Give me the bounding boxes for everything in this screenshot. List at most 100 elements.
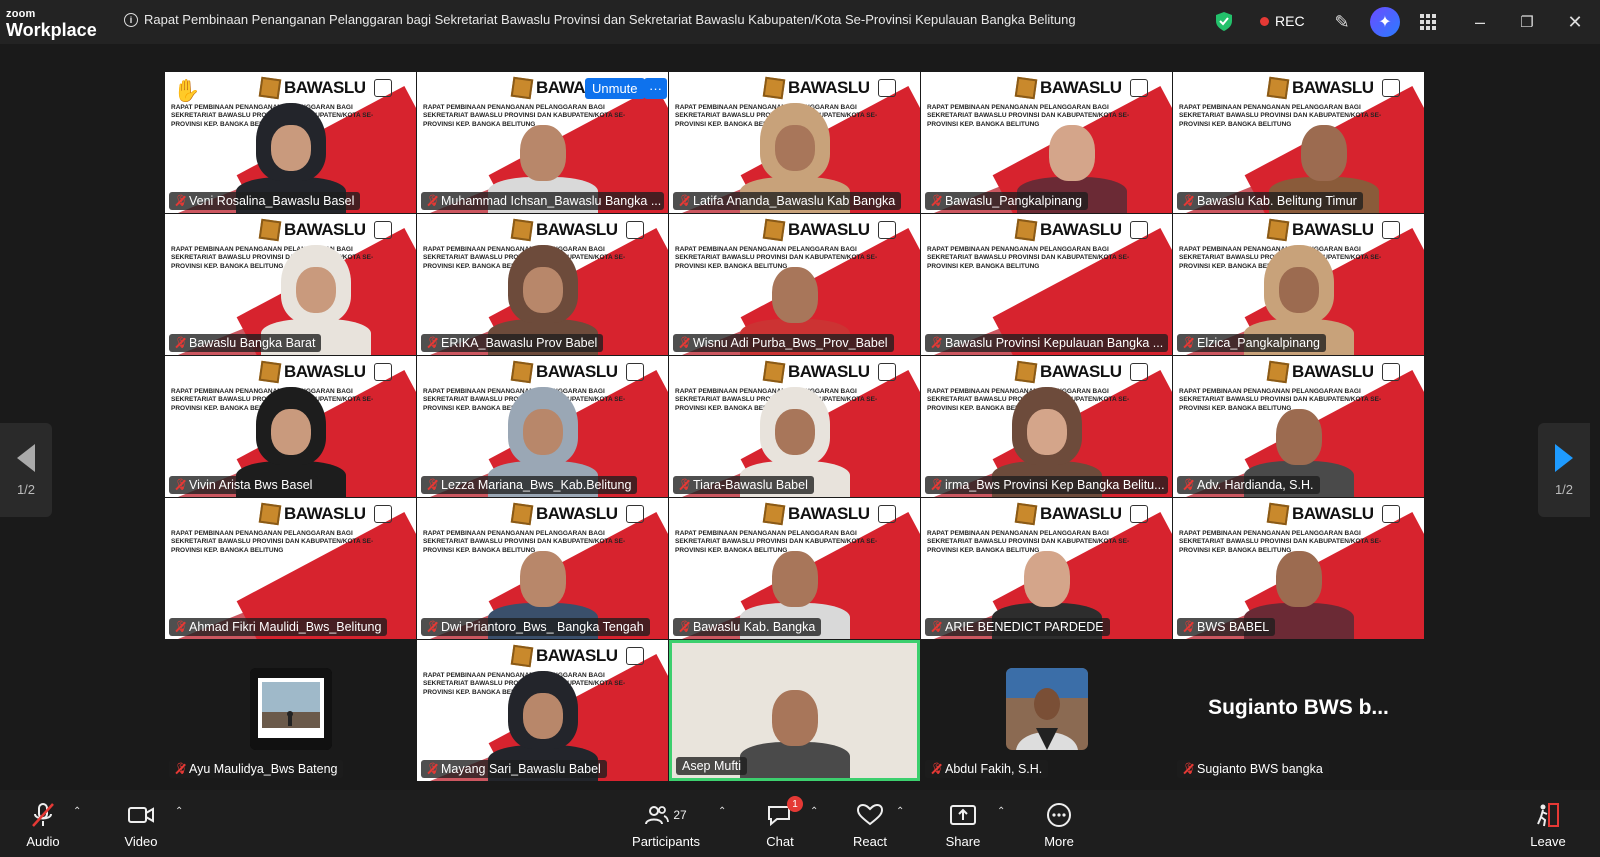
participant-tile[interactable]: BAWASLURAPAT PEMBINAAN PENANGANAN PELANG… [1173, 356, 1424, 497]
participant-name: Adv. Hardianda, S.H. [1197, 478, 1314, 492]
participant-name-tag: 🎙 ARIE BENEDICT PARDEDE [925, 618, 1110, 636]
participant-tile[interactable]: BAWASLURAPAT PEMBINAAN PENANGANAN PELANG… [921, 72, 1172, 213]
audio-options-chevron-icon[interactable]: ⌃ [73, 806, 81, 817]
participant-name-tag: 🎙 Muhammad Ichsan_Bawaslu Bangka ... [421, 192, 664, 210]
mic-muted-icon: 🎙 [678, 337, 692, 349]
video-options-chevron-icon[interactable]: ⌃ [175, 806, 183, 817]
participant-tile[interactable]: BAWASLURAPAT PEMBINAAN PENANGANAN PELANG… [417, 356, 668, 497]
participant-tile[interactable]: BAWASLURAPAT PEMBINAAN PENANGANAN PELANG… [669, 214, 920, 355]
bawaslu-logo: BAWASLU [762, 218, 896, 242]
mic-muted-icon: 🎙 [930, 479, 944, 491]
mic-muted-icon: 🎙 [174, 763, 188, 775]
participant-more-options-button[interactable]: ··· [644, 78, 667, 99]
participant-tile[interactable]: BAWASLURAPAT PEMBINAAN PENANGANAN PELANG… [417, 72, 668, 213]
participant-tile[interactable]: BAWASLURAPAT PEMBINAAN PENANGANAN PELANG… [1173, 498, 1424, 639]
participant-name: Lezza Mariana_Bws_Kab.Belitung [441, 478, 632, 492]
info-icon[interactable]: i [124, 12, 138, 27]
participant-name: BWS BABEL [1197, 620, 1270, 634]
more-label: More [1044, 834, 1074, 849]
restore-icon[interactable]: ❐ [1515, 10, 1539, 34]
mic-muted-icon: 🎙 [1182, 195, 1196, 207]
participant-name-tag: 🎙 Sugianto BWS bangka [1177, 760, 1329, 778]
more-button[interactable]: More [1024, 802, 1094, 849]
participant-tile[interactable]: BAWASLURAPAT PEMBINAAN PENANGANAN PELANG… [1173, 214, 1424, 355]
bawaslu-logo: BAWASLU [1266, 502, 1400, 526]
participant-name: ARIE BENEDICT PARDEDE [945, 620, 1104, 634]
leave-button[interactable]: Leave [1513, 802, 1583, 849]
mic-muted-icon: 🎙 [930, 195, 944, 207]
participant-tile[interactable]: BAWASLURAPAT PEMBINAAN PENANGANAN PELANG… [669, 72, 920, 213]
participant-name-tag: 🎙 Wisnu Adi Purba_Bws_Prov_Babel [673, 334, 894, 352]
participant-name: Bawaslu Kab. Bangka [693, 620, 816, 634]
ai-companion-icon[interactable]: ✦ [1370, 7, 1400, 37]
participant-name: Tiara-Bawaslu Babel [693, 478, 808, 492]
audio-button[interactable]: Audio [8, 802, 78, 849]
minimize-icon[interactable]: – [1468, 10, 1492, 34]
participant-tile[interactable]: BAWASLURAPAT PEMBINAAN PENANGANAN PELANG… [165, 72, 416, 213]
participant-tile[interactable]: 🎙 Abdul Fakih, S.H. [921, 640, 1172, 781]
participant-tile[interactable]: BAWASLURAPAT PEMBINAAN PENANGANAN PELANG… [417, 640, 668, 781]
react-button[interactable]: React [835, 802, 905, 849]
next-page-button[interactable]: 1/2 [1538, 423, 1590, 517]
mic-muted-icon: 🎙 [174, 337, 188, 349]
participant-name-tag: 🎙 Bawaslu Provinsi Kepulauan Bangka ... [925, 334, 1168, 352]
unmute-participant-button[interactable]: Unmute [585, 78, 645, 99]
apps-grid-icon[interactable] [1416, 10, 1440, 34]
mic-muted-icon: 🎙 [1182, 763, 1196, 775]
recording-indicator[interactable]: REC [1260, 13, 1305, 29]
mic-muted-icon: 🎙 [930, 763, 944, 775]
close-icon[interactable]: ✕ [1563, 10, 1587, 34]
participant-name-tag: 🎙 Elzica_Pangkalpinang [1177, 334, 1327, 352]
participant-tile[interactable]: BAWASLURAPAT PEMBINAAN PENANGANAN PELANG… [417, 498, 668, 639]
participant-name-tag: 🎙 Bawaslu_Pangkalpinang [925, 192, 1088, 210]
participant-tile[interactable]: BAWASLURAPAT PEMBINAAN PENANGANAN PELANG… [921, 498, 1172, 639]
zoom-logo: zoom Workplace [6, 9, 97, 40]
share-button[interactable]: Share [928, 802, 998, 849]
participant-tile[interactable]: Asep Mufti [669, 640, 920, 781]
share-screen-icon [950, 802, 976, 828]
chat-icon: 1 [767, 796, 803, 828]
participant-name: Elzica_Pangkalpinang [1197, 336, 1321, 350]
participant-name: Veni Rosalina_Bawaslu Basel [189, 194, 355, 208]
meeting-info[interactable]: i Rapat Pembinaan Penanganan Pelanggaran… [124, 12, 1076, 27]
bawaslu-logo: BAWASLU [1014, 76, 1148, 100]
participants-button[interactable]: 27 Participants [626, 802, 706, 849]
raised-hand-icon: ✋ [173, 78, 201, 103]
participant-name: Bawaslu Provinsi Kepulauan Bangka ... [945, 336, 1164, 350]
bawaslu-logo: BAWASLU [510, 644, 644, 668]
chat-button[interactable]: 1 Chat [745, 796, 815, 849]
video-gallery: 1/2 1/2 BAWASLU RAPAT PEMBINAAN PENANGANA… [0, 44, 1600, 790]
participants-options-chevron-icon[interactable]: ⌃ [718, 806, 726, 817]
participant-tile[interactable]: BAWASLURAPAT PEMBINAAN PENANGANAN PELANG… [417, 214, 668, 355]
arrow-left-icon [17, 443, 35, 472]
participant-tile[interactable]: Sugianto BWS b... 🎙 Sugianto BWS bangka [1173, 640, 1424, 781]
bawaslu-logo: BAWASLU [258, 218, 392, 242]
react-options-chevron-icon[interactable]: ⌃ [896, 806, 904, 817]
participant-tile[interactable]: BAWASLURAPAT PEMBINAAN PENANGANAN PELANG… [921, 214, 1172, 355]
title-bar: zoom Workplace i Rapat Pembinaan Penanga… [0, 0, 1600, 44]
avatar [249, 668, 332, 750]
participant-tile[interactable]: 🎙 Ayu Maulidya_Bws Bateng [165, 640, 416, 781]
participant-tile[interactable]: BAWASLURAPAT PEMBINAAN PENANGANAN PELANG… [669, 498, 920, 639]
participant-name-tag: 🎙 Abdul Fakih, S.H. [925, 760, 1049, 778]
bawaslu-logo: BAWASLU [1266, 76, 1400, 100]
participant-name-tag: 🎙 Bawaslu Bangka Barat [169, 334, 322, 352]
participant-tile[interactable]: BAWASLURAPAT PEMBINAAN PENANGANAN PELANG… [165, 498, 416, 639]
participant-name: Bawaslu Bangka Barat [189, 336, 316, 350]
mic-muted-icon: 🎙 [426, 763, 440, 775]
share-options-chevron-icon[interactable]: ⌃ [997, 806, 1005, 817]
participant-name-tag: 🎙 Veni Rosalina_Bawaslu Basel [169, 192, 361, 210]
participant-tile[interactable]: BAWASLURAPAT PEMBINAAN PENANGANAN PELANG… [165, 356, 416, 497]
participant-name-tag: 🎙 Bawaslu Kab. Belitung Timur [1177, 192, 1363, 210]
chat-options-chevron-icon[interactable]: ⌃ [810, 806, 818, 817]
shield-icon[interactable] [1216, 12, 1232, 31]
annotate-pen-icon[interactable]: ✎ [1330, 10, 1354, 34]
participant-tile[interactable]: BAWASLURAPAT PEMBINAAN PENANGANAN PELANG… [669, 356, 920, 497]
participant-tile[interactable]: BAWASLURAPAT PEMBINAAN PENANGANAN PELANG… [1173, 72, 1424, 213]
mic-muted-icon: 🎙 [1182, 479, 1196, 491]
participant-tile[interactable]: BAWASLURAPAT PEMBINAAN PENANGANAN PELANG… [165, 214, 416, 355]
prev-page-button[interactable]: 1/2 [0, 423, 52, 517]
video-button[interactable]: Video [106, 802, 176, 849]
participant-tile[interactable]: BAWASLURAPAT PEMBINAAN PENANGANAN PELANG… [921, 356, 1172, 497]
participant-name: Latifa Ananda_Bawaslu Kab Bangka [693, 194, 896, 208]
